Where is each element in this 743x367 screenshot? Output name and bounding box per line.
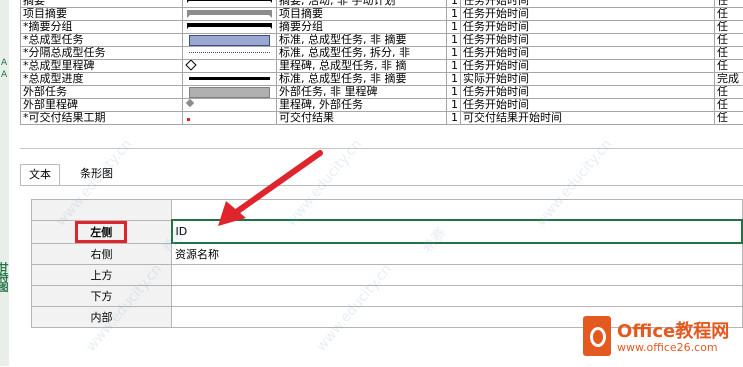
- office-logo: Office教程网 www.office26.com: [581, 316, 743, 366]
- show-for-cell[interactable]: 可交付结果: [277, 112, 447, 125]
- row-number-cell[interactable]: 1: [447, 8, 461, 21]
- bar-style-row[interactable]: 外部任务 外部任务, 非 里程碑1任务开始时间任: [21, 86, 743, 99]
- to-cell[interactable]: 任: [715, 112, 743, 125]
- style-appearance-cell[interactable]: [183, 21, 277, 34]
- logo-name: Office教程网: [617, 317, 729, 343]
- style-name-cell[interactable]: *分隔总成型任务: [21, 47, 183, 60]
- grid-header-row: [32, 200, 743, 221]
- from-cell[interactable]: 任务开始时间: [461, 60, 715, 73]
- to-cell[interactable]: 任: [715, 21, 743, 34]
- grid-header-cell: [172, 200, 743, 221]
- style-name-cell[interactable]: 外部里程碑: [21, 99, 183, 112]
- style-appearance-cell[interactable]: [183, 112, 277, 125]
- tab-divider: [20, 185, 743, 186]
- text-row-right[interactable]: 右侧 资源名称: [32, 243, 743, 265]
- style-appearance-cell[interactable]: [183, 60, 277, 73]
- from-cell[interactable]: 任务开始时间: [461, 21, 715, 34]
- row-label-right: 右侧: [32, 243, 172, 265]
- style-name-cell[interactable]: 摘要: [21, 0, 183, 8]
- style-appearance-cell[interactable]: [183, 86, 277, 99]
- show-for-cell[interactable]: 里程碑, 外部任务: [277, 99, 447, 112]
- top-text-field[interactable]: [172, 265, 743, 286]
- bottom-text-field[interactable]: [172, 286, 743, 307]
- from-cell[interactable]: 任务开始时间: [461, 86, 715, 99]
- row-number-cell[interactable]: 1: [447, 47, 461, 60]
- style-name-cell[interactable]: *总成型任务: [21, 34, 183, 47]
- show-for-cell[interactable]: 外部任务, 非 里程碑: [277, 86, 447, 99]
- row-number-cell[interactable]: 1: [447, 21, 461, 34]
- show-for-cell[interactable]: 标准, 总成型任务, 拆分, 非: [277, 47, 447, 60]
- style-name-cell[interactable]: *可交付结果工期: [21, 112, 183, 125]
- right-text-field[interactable]: 资源名称: [172, 243, 743, 265]
- style-name-cell[interactable]: 项目摘要: [21, 8, 183, 21]
- bar-style-row[interactable]: 摘要 摘要, 活动, 非 手动计划1任务开始时间任: [21, 0, 743, 8]
- from-cell[interactable]: 实际开始时间: [461, 73, 715, 86]
- to-cell[interactable]: 任: [715, 99, 743, 112]
- bar-style-row[interactable]: *总成型里程碑 里程碑, 总成型任务, 非 摘1任务开始时间任: [21, 60, 743, 73]
- show-for-cell[interactable]: 标准, 总成型任务, 非 摘要: [277, 73, 447, 86]
- row-number-cell[interactable]: 1: [447, 0, 461, 8]
- row-number-cell[interactable]: 1: [447, 60, 461, 73]
- style-appearance-cell[interactable]: [183, 8, 277, 21]
- row-number-cell[interactable]: 1: [447, 73, 461, 86]
- row-number-cell[interactable]: 1: [447, 86, 461, 99]
- row-number-cell[interactable]: 1: [447, 112, 461, 125]
- style-appearance-cell[interactable]: [183, 73, 277, 86]
- show-for-cell[interactable]: 摘要分组: [277, 21, 447, 34]
- from-cell[interactable]: 任务开始时间: [461, 34, 715, 47]
- from-cell[interactable]: 任务开始时间: [461, 8, 715, 21]
- to-cell[interactable]: 任: [715, 86, 743, 99]
- row-number-cell[interactable]: 1: [447, 99, 461, 112]
- to-cell[interactable]: 任: [715, 0, 743, 8]
- style-name-cell[interactable]: *总成型进度: [21, 73, 183, 86]
- left-sidebar-strip: A A 甘特图: [0, 0, 9, 366]
- style-appearance-cell[interactable]: [183, 99, 277, 112]
- from-cell[interactable]: 可交付结果开始时间: [461, 112, 715, 125]
- style-name-cell[interactable]: *总成型里程碑: [21, 60, 183, 73]
- left-text-field[interactable]: ID: [172, 220, 743, 243]
- left-label-highlight: 左侧: [75, 221, 127, 243]
- to-cell[interactable]: 任: [715, 34, 743, 47]
- show-for-cell[interactable]: 标准, 总成型任务, 非 摘要: [277, 34, 447, 47]
- bar-styles-table: 摘要摘要, 活动, 非 手动计划1任务开始时间任项目摘要项目摘要1任务开始时间任…: [20, 0, 743, 125]
- style-name-cell[interactable]: *摘要分组: [21, 21, 183, 34]
- logo-url: www.office26.com: [617, 341, 718, 354]
- bar-style-row[interactable]: *分隔总成型任务 标准, 总成型任务, 拆分, 非1任务开始时间任: [21, 47, 743, 60]
- style-name-cell[interactable]: 外部任务: [21, 86, 183, 99]
- show-for-cell[interactable]: 项目摘要: [277, 8, 447, 21]
- show-for-cell[interactable]: 里程碑, 总成型任务, 非 摘: [277, 60, 447, 73]
- style-appearance-cell[interactable]: [183, 34, 277, 47]
- office-icon: [583, 316, 611, 356]
- to-cell[interactable]: 任: [715, 8, 743, 21]
- sidebar-glyph: A: [1, 70, 7, 80]
- from-cell[interactable]: 任务开始时间: [461, 0, 715, 8]
- bar-style-row[interactable]: 项目摘要项目摘要1任务开始时间任: [21, 8, 743, 21]
- to-cell[interactable]: 任: [715, 60, 743, 73]
- grid-corner-cell: [32, 200, 172, 221]
- tab-strip: 文本 条形图: [20, 164, 743, 186]
- show-for-cell[interactable]: 摘要, 活动, 非 手动计划: [277, 0, 447, 8]
- bar-style-row[interactable]: *总成型任务 标准, 总成型任务, 非 摘要1任务开始时间任: [21, 34, 743, 47]
- style-appearance-cell[interactable]: [183, 0, 277, 8]
- bar-style-row[interactable]: 外部里程碑 里程碑, 外部任务1任务开始时间任: [21, 99, 743, 112]
- to-cell[interactable]: 完成: [715, 73, 743, 86]
- text-position-grid: 左侧 ID 右侧 资源名称 上方 下方 内部: [31, 199, 743, 328]
- bar-style-row[interactable]: *总成型进度 标准, 总成型任务, 非 摘要1实际开始时间完成: [21, 73, 743, 86]
- tab-text[interactable]: 文本: [20, 164, 60, 185]
- sidebar-glyph: A: [1, 58, 7, 68]
- row-label-left: 左侧: [32, 220, 172, 243]
- to-cell[interactable]: 任: [715, 47, 743, 60]
- bar-style-row[interactable]: *摘要分组 摘要分组1任务开始时间任: [21, 21, 743, 34]
- row-number-cell[interactable]: 1: [447, 34, 461, 47]
- gantt-view-label: 甘特图: [0, 262, 9, 292]
- from-cell[interactable]: 任务开始时间: [461, 99, 715, 112]
- bar-style-row[interactable]: *可交付结果工期 可交付结果1可交付结果开始时间任: [21, 112, 743, 125]
- text-row-left[interactable]: 左侧 ID: [32, 220, 743, 243]
- from-cell[interactable]: 任务开始时间: [461, 47, 715, 60]
- style-appearance-cell[interactable]: [183, 47, 277, 60]
